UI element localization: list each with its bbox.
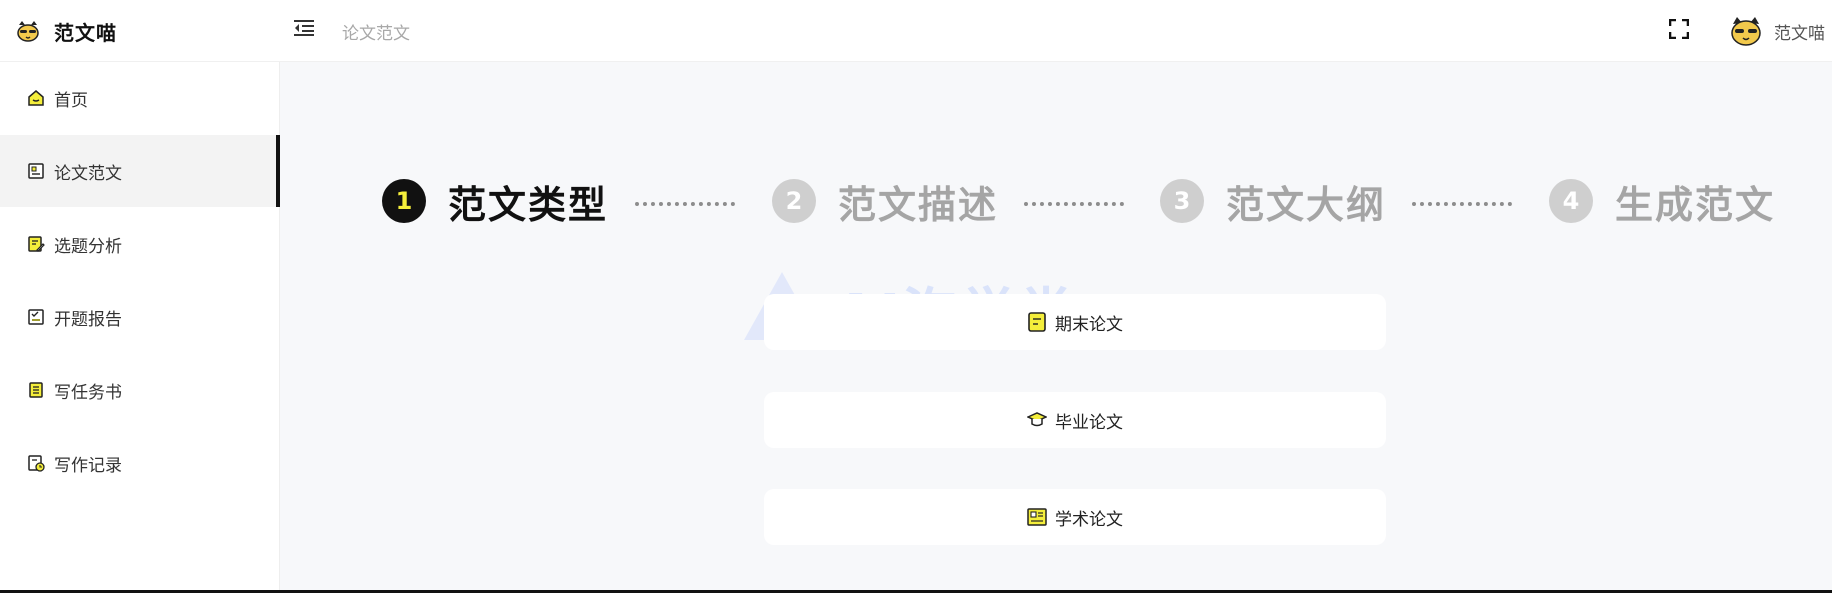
menu-fold-icon xyxy=(294,19,314,41)
sidebar-item-paper-samples[interactable]: 论文范文 xyxy=(0,135,280,207)
step-3[interactable]: 3 范文大纲 xyxy=(1160,176,1387,227)
breadcrumb[interactable]: 论文范文 xyxy=(342,19,410,44)
paper-type-label: 毕业论文 xyxy=(1055,412,1123,433)
sidebar-item-label: 论文范文 xyxy=(54,163,122,184)
app-name: 范文喵 xyxy=(54,20,117,45)
cat-logo-icon xyxy=(16,19,40,43)
stepper: 1 范文类型 2 范文描述 3 范文大纲 4 生成范文 xyxy=(280,62,1832,262)
sidebar-item-label: 开题报告 xyxy=(54,309,122,330)
step-label: 范文类型 xyxy=(448,182,609,227)
notebook-icon xyxy=(26,380,46,400)
paper-type-final-exam[interactable]: 期末论文 xyxy=(764,294,1386,350)
step-number: 1 xyxy=(382,179,426,223)
newspaper-icon xyxy=(1027,507,1047,527)
main-content: 1 范文类型 2 范文描述 3 范文大纲 4 生成范文 期末论文 毕业论文 学术… xyxy=(280,62,1832,593)
graduation-cap-icon xyxy=(1027,410,1047,430)
sidebar-item-topic-analysis[interactable]: 选题分析 xyxy=(0,208,280,280)
brand[interactable]: 范文喵 xyxy=(16,14,117,48)
paper-type-label: 学术论文 xyxy=(1055,509,1123,530)
paper-type-graduation[interactable]: 毕业论文 xyxy=(764,392,1386,448)
sidebar-item-label: 首页 xyxy=(54,90,88,111)
sidebar-item-home[interactable]: 首页 xyxy=(0,62,280,134)
paper-type-academic[interactable]: 学术论文 xyxy=(764,489,1386,545)
menu-collapse-button[interactable] xyxy=(292,18,316,42)
sidebar: 首页 论文范文 选题分析 开题报告 写任务书 写作记录 xyxy=(0,62,280,593)
step-connector xyxy=(635,202,735,206)
avatar xyxy=(1730,15,1762,47)
step-label: 范文大纲 xyxy=(1226,182,1387,227)
edit-list-icon xyxy=(26,234,46,254)
step-number: 4 xyxy=(1549,179,1593,223)
step-label: 范文描述 xyxy=(838,182,999,227)
step-number: 2 xyxy=(772,179,816,223)
sidebar-item-label: 选题分析 xyxy=(54,236,122,257)
step-1[interactable]: 1 范文类型 xyxy=(382,176,609,227)
sidebar-item-proposal-report[interactable]: 开题报告 xyxy=(0,281,280,353)
checklist-icon xyxy=(26,307,46,327)
step-label: 生成范文 xyxy=(1615,182,1776,227)
paper-type-label: 期末论文 xyxy=(1055,314,1123,335)
user-name: 范文喵 xyxy=(1774,23,1825,44)
sidebar-item-label: 写作记录 xyxy=(54,455,122,476)
app-window: 范文喵 论文范文 范文喵 首页 论文范文 选题分析 开题报告 写任务书 写作记录… xyxy=(0,0,1832,593)
step-2[interactable]: 2 范文描述 xyxy=(772,176,999,227)
sidebar-item-writing-history[interactable]: 写作记录 xyxy=(0,427,280,499)
document-icon xyxy=(26,161,46,181)
user-menu[interactable]: 范文喵 xyxy=(1730,13,1825,49)
fullscreen-icon xyxy=(1668,18,1690,43)
sidebar-item-task-book[interactable]: 写任务书 xyxy=(0,354,280,426)
fullscreen-button[interactable] xyxy=(1666,18,1692,44)
step-4[interactable]: 4 生成范文 xyxy=(1549,176,1776,227)
step-number: 3 xyxy=(1160,179,1204,223)
home-icon xyxy=(26,88,46,108)
step-connector xyxy=(1024,202,1124,206)
top-bar: 范文喵 论文范文 范文喵 xyxy=(0,0,1832,62)
sidebar-item-label: 写任务书 xyxy=(54,382,122,403)
note-icon xyxy=(1027,312,1047,332)
step-connector xyxy=(1412,202,1512,206)
history-icon xyxy=(26,453,46,473)
